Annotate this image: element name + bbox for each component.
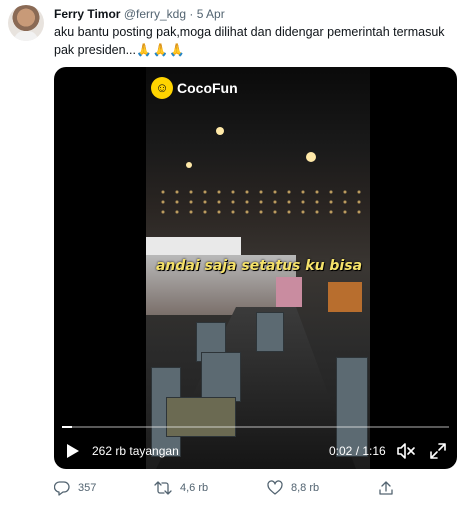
video-controls: 262 rb tayangan 0:02 / 1:16 bbox=[54, 439, 457, 463]
video-time: 0:02 / 1:16 bbox=[329, 444, 386, 458]
fullscreen-button[interactable] bbox=[428, 441, 448, 461]
pray-emoji: 🙏🙏🙏 bbox=[136, 43, 186, 57]
play-icon bbox=[67, 444, 79, 458]
volume-muted-icon bbox=[397, 443, 415, 459]
tweet-text: aku bantu posting pak,moga dilihat dan d… bbox=[54, 23, 459, 59]
author-name[interactable]: Ferry Timor bbox=[54, 7, 120, 21]
like-count: 8,8 rb bbox=[291, 482, 320, 494]
tweet-header: Ferry Timor @ferry_kdg · 5 Apr bbox=[54, 6, 225, 22]
separator-dot: · bbox=[189, 7, 194, 21]
tweet-date[interactable]: 5 Apr bbox=[197, 7, 225, 21]
video-player[interactable]: ☺ CocoFun andai saja setatus ku bisa 262… bbox=[54, 67, 457, 469]
progress-bar[interactable] bbox=[62, 426, 449, 428]
cocofun-logo-icon: ☺ bbox=[151, 77, 173, 99]
tweet-actions: 357 4,6 rb 8,8 rb bbox=[54, 479, 454, 497]
retweet-button[interactable]: 4,6 rb bbox=[154, 479, 208, 497]
cocofun-watermark: ☺ CocoFun bbox=[151, 76, 238, 100]
reply-count: 357 bbox=[78, 482, 97, 494]
cocofun-logo-text: CocoFun bbox=[177, 80, 238, 96]
author-handle[interactable]: @ferry_kdg bbox=[124, 7, 186, 21]
avatar[interactable] bbox=[8, 5, 44, 41]
share-button[interactable] bbox=[378, 479, 394, 497]
reply-button[interactable]: 357 bbox=[54, 479, 96, 497]
retweet-count: 4,6 rb bbox=[180, 482, 209, 494]
play-button[interactable] bbox=[66, 443, 80, 459]
share-icon bbox=[379, 481, 393, 495]
retweet-icon bbox=[154, 481, 172, 495]
heart-icon bbox=[267, 480, 283, 495]
view-count: 262 rb tayangan bbox=[92, 444, 179, 458]
tweet: Ferry Timor @ferry_kdg · 5 Apr aku bantu… bbox=[0, 0, 472, 506]
progress-fill bbox=[62, 426, 73, 428]
like-button[interactable]: 8,8 rb bbox=[267, 479, 319, 497]
video-caption: andai saja setatus ku bisa bbox=[155, 258, 363, 274]
mute-button[interactable] bbox=[396, 441, 416, 461]
tweet-body: aku bantu posting pak,moga dilihat dan d… bbox=[54, 25, 445, 57]
fullscreen-icon bbox=[430, 443, 446, 459]
reply-icon bbox=[54, 481, 70, 496]
